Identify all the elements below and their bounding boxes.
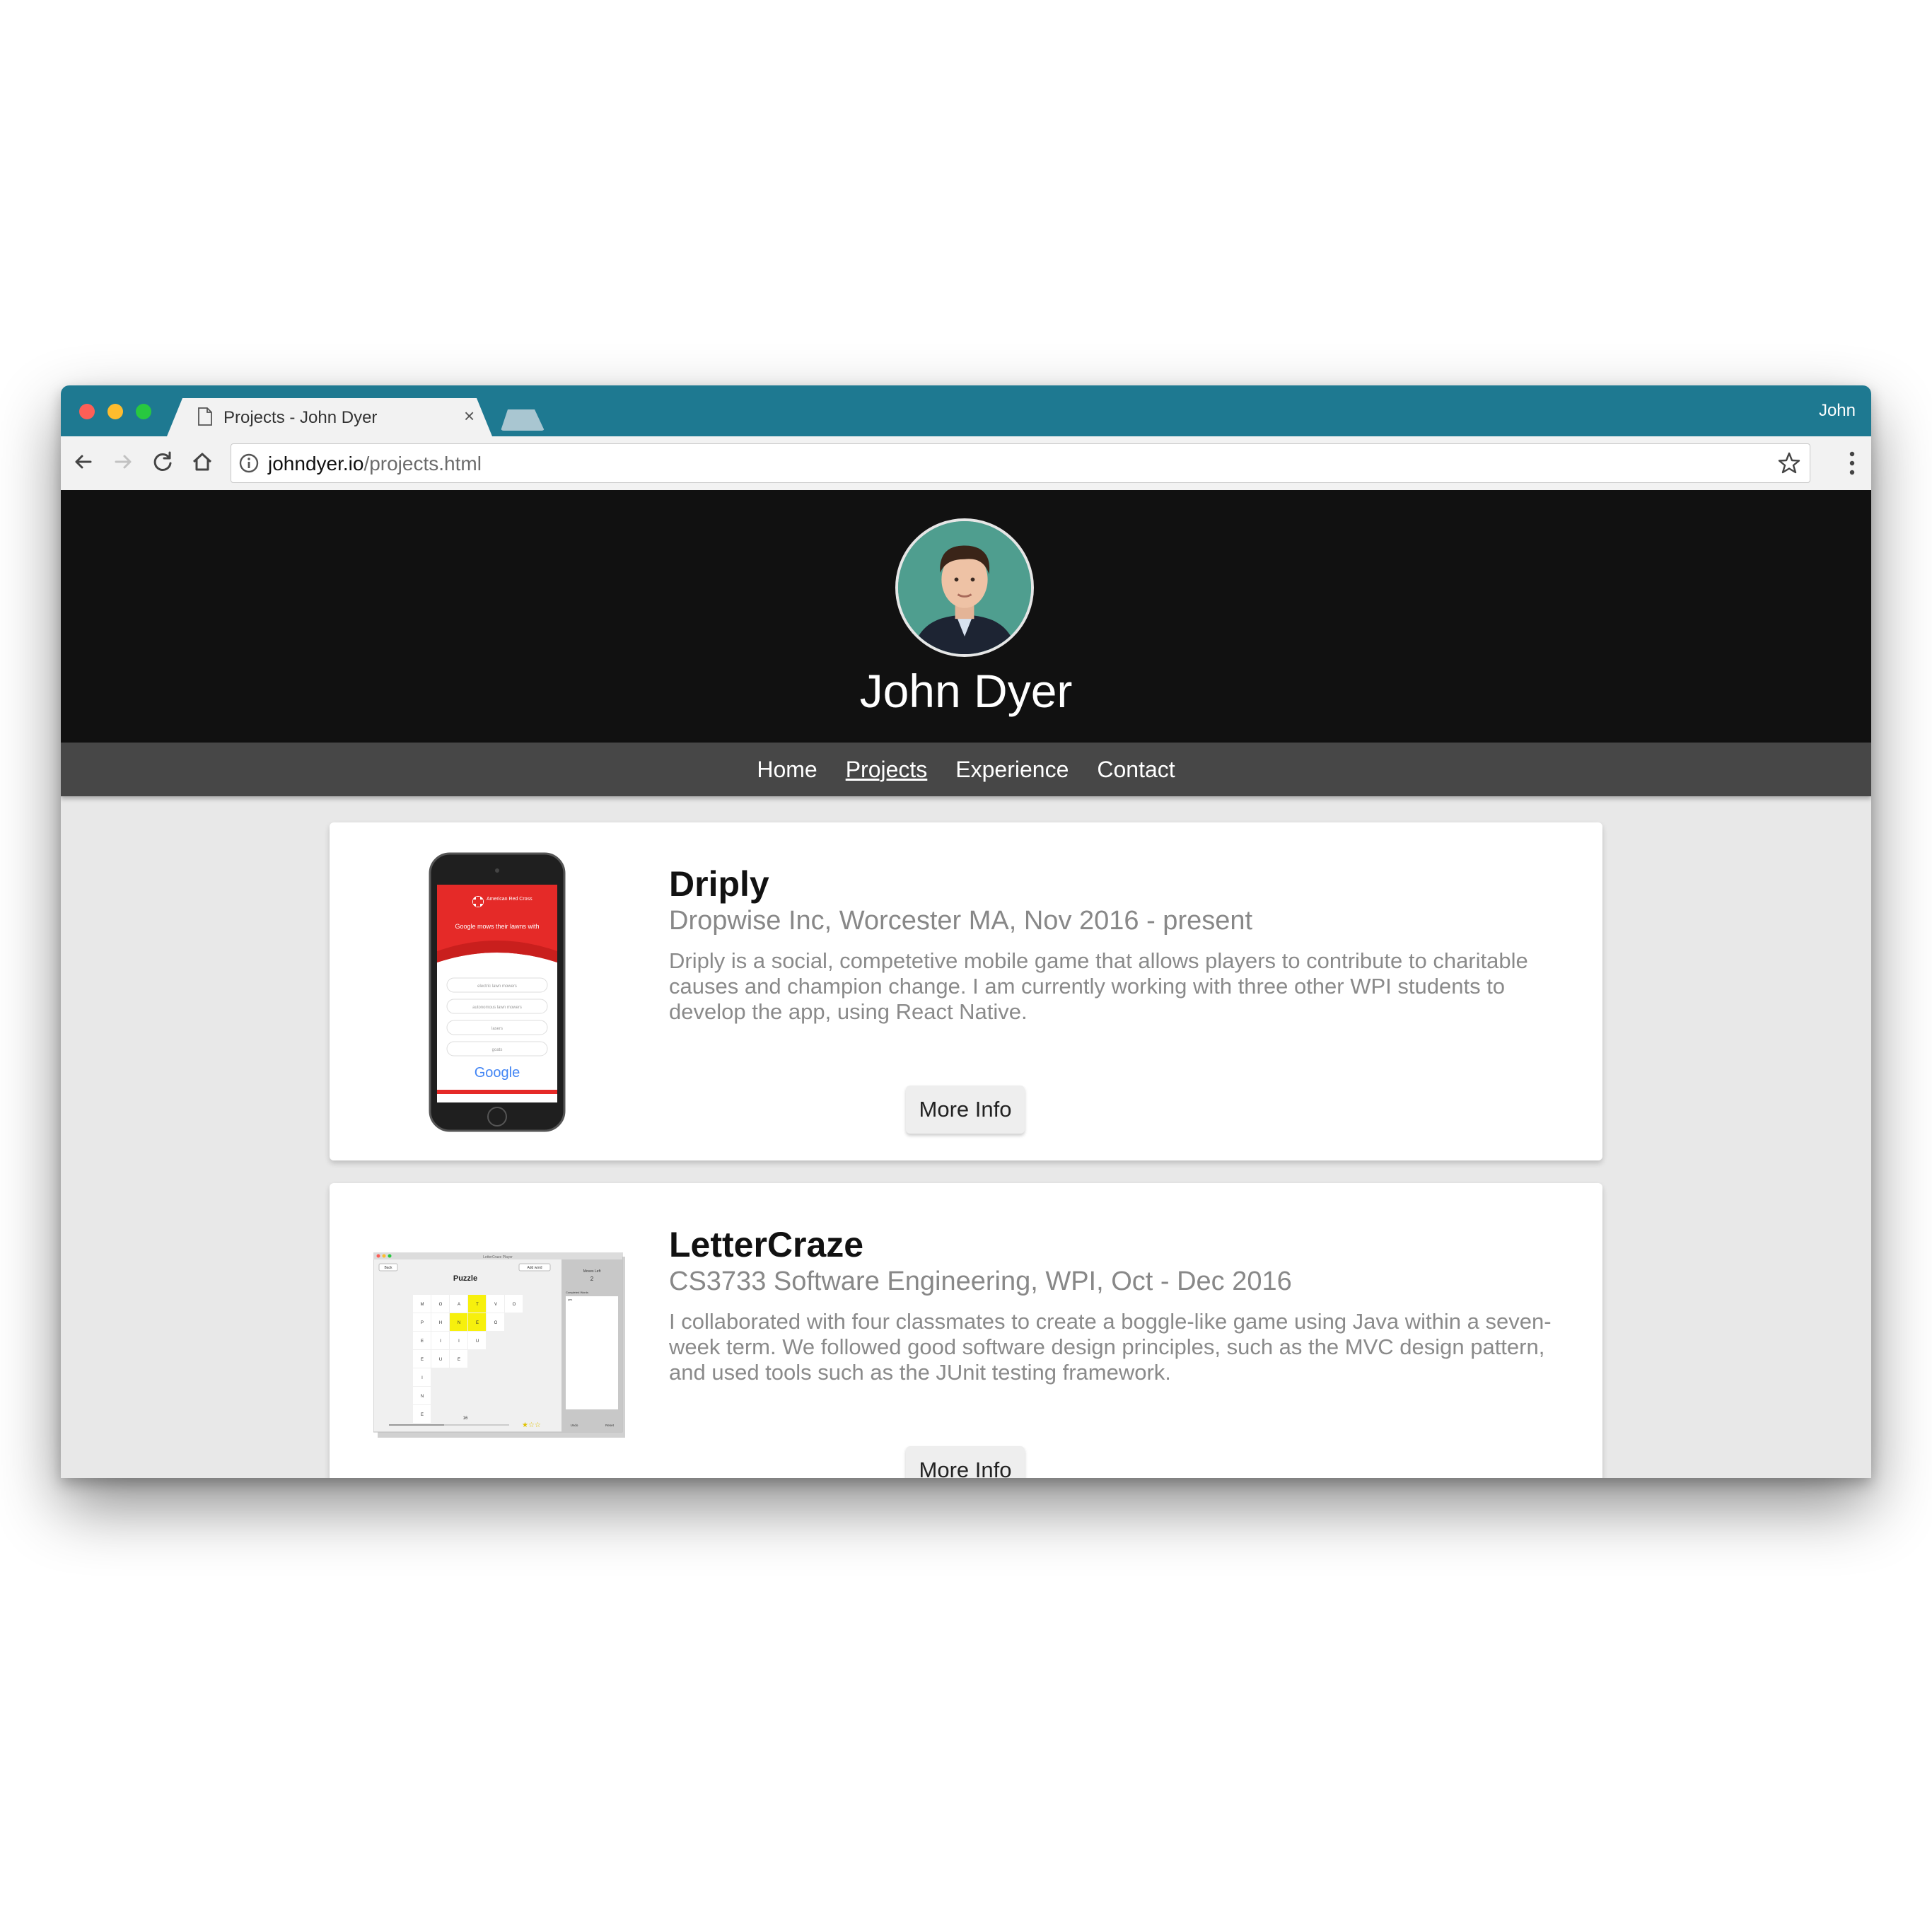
letter-cell-text: E — [421, 1413, 424, 1417]
project-card-driply: American Red Cross Google mows their law… — [330, 822, 1602, 1160]
project-card-lettercraze: LetterCraze Player Back Add word Puzzle … — [330, 1183, 1602, 1478]
thumb-completed-label: Completed Words — [566, 1291, 588, 1294]
thumb-brand: American Red Cross — [487, 897, 533, 902]
letter-cell-text: O — [494, 1321, 498, 1325]
more-info-button[interactable]: More Info — [906, 1086, 1025, 1134]
letter-cell-text: A — [458, 1303, 460, 1307]
url-path: /projects.html — [363, 453, 482, 475]
kebab-menu-icon[interactable] — [1849, 449, 1856, 477]
letter-cell-text: H — [439, 1321, 442, 1325]
thumb-google-logo: Google — [475, 1065, 520, 1081]
thumb-score: 16 — [463, 1416, 468, 1421]
thumb-heading: Puzzle — [453, 1274, 477, 1283]
nav-home[interactable]: Home — [757, 757, 817, 783]
thumb-window-title: LetterCraze Player — [483, 1255, 513, 1259]
thumb-reset-button: Reset — [605, 1424, 615, 1427]
close-icon[interactable]: × — [464, 405, 475, 427]
reload-icon[interactable] — [149, 448, 177, 476]
project-description: I collaborated with four classmates to c… — [669, 1309, 1552, 1385]
nav-contact[interactable]: Contact — [1097, 757, 1175, 783]
project-title: LetterCraze — [669, 1225, 864, 1264]
letter-cell-text: O — [439, 1303, 443, 1307]
letter-cell-text: E — [458, 1358, 460, 1362]
nav-projects[interactable]: Projects — [846, 757, 928, 783]
maximize-window-button[interactable] — [136, 404, 151, 419]
project-subtitle: Dropwise Inc, Worcester MA, Nov 2016 - p… — [669, 906, 1253, 936]
site-name: John Dyer — [859, 665, 1073, 717]
url-host: johndyer.io — [268, 453, 364, 475]
thumb-option: goats — [492, 1048, 503, 1052]
tab-active[interactable]: Projects - John Dyer × — [167, 398, 492, 436]
info-icon[interactable] — [238, 453, 260, 474]
more-info-button[interactable]: More Info — [906, 1446, 1025, 1478]
letter-cell-text: E — [421, 1358, 424, 1362]
back-arrow-icon[interactable] — [69, 448, 98, 476]
home-icon[interactable] — [188, 448, 216, 476]
thumb-undo-button: Undo — [571, 1424, 578, 1427]
thumb-option: lasers — [491, 1027, 503, 1031]
letter-cell-text: U — [476, 1339, 479, 1344]
letter-cell-text: N — [458, 1321, 460, 1325]
lettercraze-app-screenshot: LetterCraze Player Back Add word Puzzle … — [373, 1252, 625, 1438]
letter-cell-text: U — [439, 1358, 442, 1362]
letter-cell-text: N — [421, 1395, 424, 1399]
document-icon — [198, 407, 212, 426]
forward-arrow-icon[interactable] — [109, 448, 137, 476]
address-bar[interactable]: johndyer.io/projects.html — [231, 443, 1810, 483]
letter-cell-text: T — [476, 1303, 479, 1307]
letter-cell-text: P — [421, 1321, 424, 1325]
thumb-option: electric lawn mowers — [477, 984, 517, 989]
letter-cell-text: M — [421, 1303, 424, 1307]
thumb-moves-value: 2 — [590, 1276, 594, 1282]
letter-cell-text: O — [513, 1303, 516, 1307]
project-title: Driply — [669, 864, 769, 904]
thumb-back-button: Back — [384, 1266, 392, 1270]
new-tab-button[interactable] — [501, 409, 545, 431]
browser-toolbar: johndyer.io/projects.html — [61, 436, 1871, 491]
thumb-option: autonomous lawn mowers — [472, 1006, 522, 1010]
page-viewport: John Dyer Home Projects Experience Conta… — [61, 490, 1871, 1478]
tab-strip: Projects - John Dyer × John — [61, 385, 1871, 436]
tab-title: Projects - John Dyer — [223, 408, 378, 427]
thumb-question: Google mows their lawns with — [455, 923, 539, 930]
star-rating-icon: ★☆☆ — [522, 1421, 541, 1429]
project-description: Driply is a social, competetive mobile g… — [669, 948, 1528, 1024]
driply-app-screenshot: American Red Cross Google mows their law… — [429, 852, 566, 1132]
project-subtitle: CS3733 Software Engineering, WPI, Oct - … — [669, 1267, 1292, 1296]
site-nav: Home Projects Experience Contact — [61, 743, 1871, 796]
letter-cell-text: V — [494, 1303, 497, 1307]
thumb-add-button: Add word — [527, 1266, 542, 1270]
avatar — [895, 518, 1034, 657]
minimize-window-button[interactable] — [107, 404, 123, 419]
url-text: johndyer.io/projects.html — [268, 453, 482, 475]
letter-cell-text: E — [476, 1321, 479, 1325]
star-icon[interactable] — [1777, 451, 1801, 475]
site-header: John Dyer — [61, 490, 1871, 743]
profile-name[interactable]: John — [1819, 401, 1856, 421]
letter-cell-text: E — [421, 1339, 424, 1344]
thumb-completed-word: yes — [568, 1298, 572, 1301]
close-window-button[interactable] — [79, 404, 95, 419]
browser-window: Projects - John Dyer × John johndyer.io/… — [61, 385, 1871, 1478]
thumb-moves-label: Moves Left — [583, 1269, 601, 1274]
nav-experience[interactable]: Experience — [955, 757, 1069, 783]
